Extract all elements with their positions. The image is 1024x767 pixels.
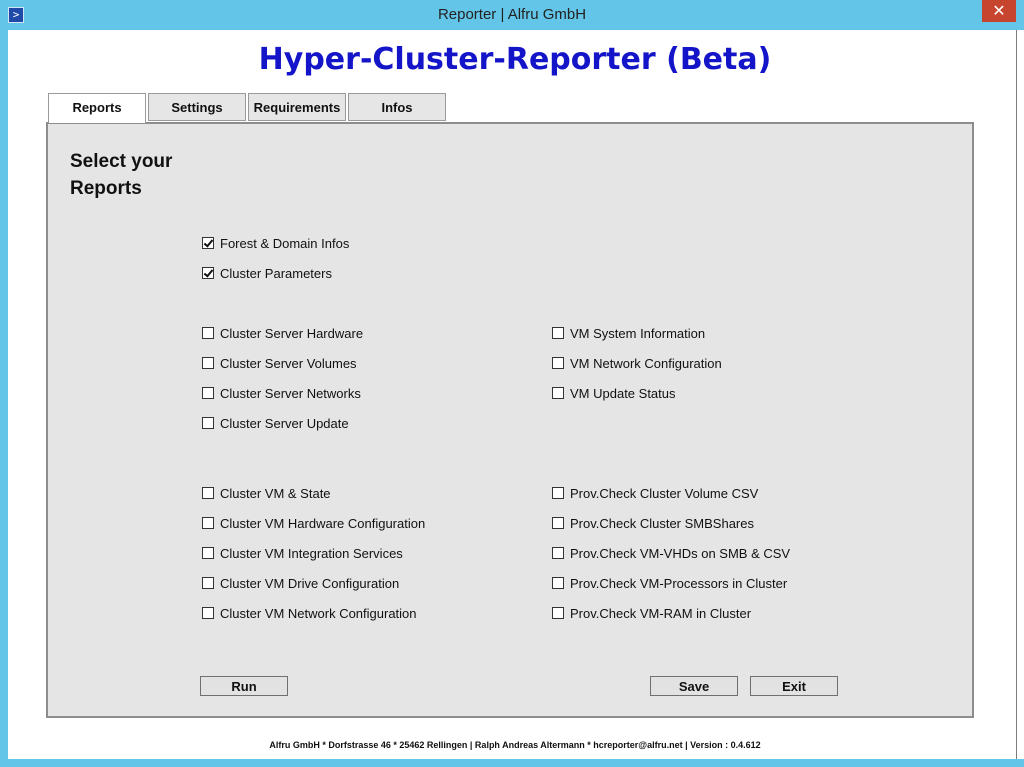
checkbox-box[interactable] bbox=[202, 327, 214, 339]
checkbox-prov-check-vm-vhds[interactable]: Prov.Check VM-VHDs on SMB & CSV bbox=[552, 543, 790, 563]
checkbox-label: VM Update Status bbox=[570, 385, 676, 401]
checkbox-box[interactable] bbox=[552, 577, 564, 589]
reports-panel: Select your Reports Forest & Domain Info… bbox=[46, 122, 974, 718]
checkbox-label: VM System Information bbox=[570, 325, 706, 341]
checkbox-label: Cluster Server Networks bbox=[220, 385, 361, 401]
footer-info: Alfru GmbH * Dorfstrasse 46 * 25462 Rell… bbox=[269, 740, 761, 750]
close-button[interactable]: ✕ bbox=[982, 0, 1016, 22]
panel-title: Select your Reports bbox=[70, 151, 173, 199]
checkbox-label: Cluster Server Update bbox=[220, 415, 349, 431]
checkbox-label: Forest & Domain Infos bbox=[220, 235, 350, 251]
checkbox-label: VM Network Configuration bbox=[570, 355, 722, 371]
client-area: Hyper-Cluster-Reporter (Beta) Reports Se… bbox=[8, 30, 1016, 759]
checkbox-label: Cluster VM & State bbox=[220, 485, 331, 501]
checkbox-box[interactable] bbox=[202, 357, 214, 369]
checkbox-box[interactable] bbox=[552, 387, 564, 399]
checkbox-cluster-vm-hardware-configuration[interactable]: Cluster VM Hardware Configuration bbox=[202, 513, 425, 533]
checkbox-label: Cluster Server Volumes bbox=[220, 355, 357, 371]
checkbox-label: Prov.Check Cluster Volume CSV bbox=[570, 485, 759, 501]
checkbox-vm-update-status[interactable]: VM Update Status bbox=[552, 383, 676, 403]
page-title: Hyper-Cluster-Reporter (Beta) bbox=[258, 42, 772, 77]
app-window: > Reporter | Alfru GmbH ✕ Hyper-Cluster-… bbox=[0, 0, 1024, 767]
checkbox-cluster-vm-state[interactable]: Cluster VM & State bbox=[202, 483, 331, 503]
checkbox-box[interactable] bbox=[202, 577, 214, 589]
checkbox-label: Prov.Check Cluster SMBShares bbox=[570, 515, 754, 531]
checkbox-box[interactable] bbox=[202, 547, 214, 559]
exit-button[interactable]: Exit bbox=[750, 676, 838, 696]
checkbox-label: Prov.Check VM-VHDs on SMB & CSV bbox=[570, 545, 791, 561]
checkbox-cluster-vm-network-configuration[interactable]: Cluster VM Network Configuration bbox=[202, 603, 417, 623]
checkbox-box[interactable] bbox=[202, 607, 214, 619]
checkbox-cluster-vm-drive-configuration[interactable]: Cluster VM Drive Configuration bbox=[202, 573, 399, 593]
checkbox-box[interactable] bbox=[552, 517, 564, 529]
checkbox-prov-check-cluster-smbshares[interactable]: Prov.Check Cluster SMBShares bbox=[552, 513, 754, 533]
checkbox-prov-check-vm-ram[interactable]: Prov.Check VM-RAM in Cluster bbox=[552, 603, 751, 623]
checkbox-box[interactable] bbox=[202, 267, 214, 279]
run-button[interactable]: Run bbox=[200, 676, 288, 696]
checkbox-cluster-server-update[interactable]: Cluster Server Update bbox=[202, 413, 349, 433]
tab-settings[interactable]: Settings bbox=[148, 93, 246, 121]
checkbox-label: Cluster Parameters bbox=[220, 265, 332, 281]
background-window-edge bbox=[1016, 30, 1024, 759]
checkbox-box[interactable] bbox=[202, 237, 214, 249]
save-button[interactable]: Save bbox=[650, 676, 738, 696]
checkbox-cluster-server-hardware[interactable]: Cluster Server Hardware bbox=[202, 323, 363, 343]
checkbox-box[interactable] bbox=[552, 327, 564, 339]
checkbox-vm-system-information[interactable]: VM System Information bbox=[552, 323, 705, 343]
checkbox-label: Cluster Server Hardware bbox=[220, 325, 364, 341]
checkbox-cluster-server-networks[interactable]: Cluster Server Networks bbox=[202, 383, 361, 403]
checkbox-box[interactable] bbox=[552, 357, 564, 369]
checkbox-box[interactable] bbox=[552, 607, 564, 619]
window-title: Reporter | Alfru GmbH bbox=[437, 6, 587, 23]
tab-infos[interactable]: Infos bbox=[348, 93, 446, 121]
checkbox-label: Prov.Check VM-Processors in Cluster bbox=[570, 575, 788, 591]
checkbox-label: Prov.Check VM-RAM in Cluster bbox=[570, 605, 752, 621]
checkbox-label: Cluster VM Drive Configuration bbox=[220, 575, 400, 591]
tab-reports[interactable]: Reports bbox=[48, 93, 146, 123]
checkbox-label: Cluster VM Hardware Configuration bbox=[220, 515, 426, 531]
checkbox-vm-network-configuration[interactable]: VM Network Configuration bbox=[552, 353, 722, 373]
checkbox-box[interactable] bbox=[202, 487, 214, 499]
checkbox-prov-check-cluster-volume-csv[interactable]: Prov.Check Cluster Volume CSV bbox=[552, 483, 758, 503]
checkbox-label: Cluster VM Integration Services bbox=[220, 545, 403, 561]
checkbox-box[interactable] bbox=[552, 487, 564, 499]
checkbox-cluster-vm-integration-services[interactable]: Cluster VM Integration Services bbox=[202, 543, 403, 563]
tab-requirements[interactable]: Requirements bbox=[248, 93, 346, 121]
checkbox-box[interactable] bbox=[202, 417, 214, 429]
checkbox-label: Cluster VM Network Configuration bbox=[220, 605, 417, 621]
checkbox-cluster-server-volumes[interactable]: Cluster Server Volumes bbox=[202, 353, 357, 373]
checkbox-forest-domain-infos[interactable]: Forest & Domain Infos bbox=[202, 233, 349, 253]
checkbox-box[interactable] bbox=[552, 547, 564, 559]
title-bar[interactable]: > Reporter | Alfru GmbH ✕ bbox=[0, 0, 1024, 30]
checkbox-box[interactable] bbox=[202, 517, 214, 529]
checkbox-cluster-parameters[interactable]: Cluster Parameters bbox=[202, 263, 332, 283]
checkbox-prov-check-vm-processors[interactable]: Prov.Check VM-Processors in Cluster bbox=[552, 573, 787, 593]
checkbox-box[interactable] bbox=[202, 387, 214, 399]
